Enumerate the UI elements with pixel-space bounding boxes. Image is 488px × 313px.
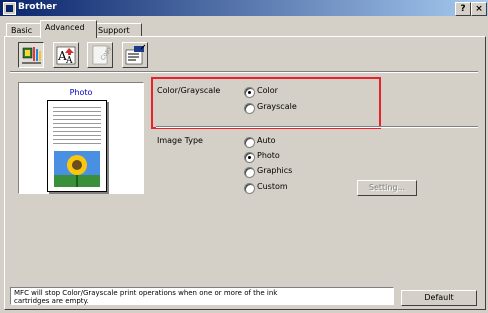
app-icon <box>3 2 16 15</box>
tab-support[interactable]: Support <box>93 23 142 37</box>
watermark-tool-button[interactable]: A A <box>53 42 79 68</box>
tab-basic[interactable]: Basic <box>6 23 44 37</box>
color-print-tool-button[interactable] <box>18 42 44 68</box>
default-button[interactable]: Default <box>401 290 477 306</box>
custom-radio-label[interactable]: Custom <box>257 182 288 191</box>
status-message: MFC will stop Color/Grayscale print oper… <box>10 287 394 305</box>
auto-radio[interactable] <box>244 137 255 148</box>
device-options-icon <box>125 44 146 65</box>
photo-radio-label[interactable]: Photo <box>257 151 280 160</box>
preview-panel: Photo <box>18 82 144 194</box>
section-divider <box>156 126 478 128</box>
image-type-label: Image Type <box>157 136 203 145</box>
preview-title: Photo <box>69 88 93 97</box>
sunflower-image <box>54 151 100 187</box>
auto-radio-label[interactable]: Auto <box>257 136 276 145</box>
graphics-radio-label[interactable]: Graphics <box>257 166 292 175</box>
graphics-radio[interactable] <box>244 167 255 178</box>
window-title: Brother <box>18 2 57 12</box>
device-options-tool-button[interactable] <box>122 42 148 68</box>
preview-page <box>47 100 107 192</box>
custom-radio[interactable] <box>244 183 255 194</box>
copy-tool-button[interactable]: Copy <box>87 42 113 68</box>
color-grayscale-highlight <box>151 77 381 129</box>
tab-advanced[interactable]: Advanced <box>40 20 97 38</box>
title-bar: Brother ? × <box>0 0 488 16</box>
close-button[interactable]: × <box>471 2 487 16</box>
color-print-icon <box>22 47 41 64</box>
photo-radio[interactable] <box>244 152 255 163</box>
watermark-text-icon: A A <box>56 46 76 66</box>
help-button[interactable]: ? <box>455 2 471 16</box>
copy-icon: Copy <box>92 45 111 65</box>
setting-button[interactable]: Setting... <box>357 180 417 196</box>
svg-text:A: A <box>65 56 73 66</box>
toolbar-separator <box>10 71 478 73</box>
text-lines <box>53 107 101 147</box>
